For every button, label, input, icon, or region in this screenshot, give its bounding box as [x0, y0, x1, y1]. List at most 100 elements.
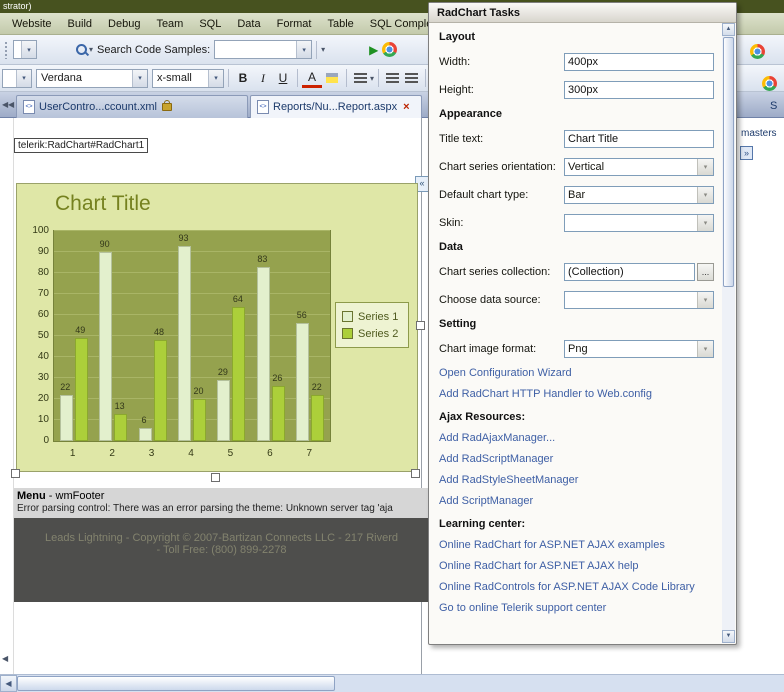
chart-title: Chart Title — [55, 192, 151, 215]
mini-combo[interactable]: ▾ — [13, 40, 37, 59]
toolbar-separator — [297, 69, 298, 87]
scrollbar-thumb[interactable] — [17, 676, 335, 691]
menubar-item[interactable]: Debug — [100, 15, 148, 33]
radchart-control[interactable]: Chart Title Series 1 Series 2 0 10 20 30 40 5… — [16, 183, 418, 472]
menubar-item[interactable]: Build — [60, 15, 100, 33]
resize-handle[interactable] — [416, 321, 425, 330]
link-add-scriptmanager[interactable]: Add ScriptManager — [439, 495, 714, 507]
chevron-down-icon[interactable]: ▾ — [697, 291, 713, 308]
search-samples-combo[interactable]: ▾ — [214, 40, 313, 59]
chevron-down-icon[interactable]: ▾ — [89, 45, 93, 54]
chart-bar-value-label: 48 — [154, 327, 165, 338]
height-input[interactable] — [564, 80, 714, 99]
orientation-select[interactable]: Vertical ▾ — [564, 157, 714, 176]
link-open-configuration-wizard[interactable]: Open Configuration Wizard — [439, 367, 714, 379]
chevron-down-icon[interactable]: ▾ — [697, 214, 713, 231]
orientation-value: Vertical — [568, 160, 605, 173]
tab-usercontrol[interactable]: <> UserContro...ccount.xml — [16, 95, 248, 118]
x-axis-tick-label: 6 — [267, 448, 273, 459]
chart-gridline — [54, 356, 330, 357]
collection-ellipsis-button[interactable]: ... — [697, 262, 714, 281]
chevron-down-icon[interactable]: ▾ — [16, 69, 31, 87]
link-add-http-handler[interactable]: Add RadChart HTTP Handler to Web.config — [439, 388, 714, 400]
menubar-item[interactable]: SQL — [191, 15, 229, 33]
browser-icon[interactable] — [762, 76, 777, 91]
chart-plot — [53, 230, 331, 442]
link-add-radstylesheetmanager[interactable]: Add RadStyleSheetManager — [439, 474, 714, 486]
skin-select[interactable]: ▾ — [564, 213, 714, 232]
toolbar-grip[interactable] — [4, 40, 9, 59]
menubar-item[interactable]: Data — [229, 15, 268, 33]
link-online-examples[interactable]: Online RadChart for ASP.NET AJAX example… — [439, 539, 714, 551]
horizontal-scrollbar[interactable]: ◀ — [0, 674, 784, 692]
menubar-item[interactable]: Format — [269, 15, 320, 33]
y-axis-tick-label: 80 — [37, 267, 49, 278]
bold-button[interactable]: B — [233, 68, 253, 88]
scroll-up-icon[interactable]: ▲ — [722, 23, 735, 36]
browser-icon[interactable] — [750, 44, 765, 59]
chart-bar-value-label: 22 — [311, 381, 322, 392]
chevron-down-icon[interactable]: ▾ — [697, 186, 713, 203]
x-axis-tick-label: 2 — [109, 448, 115, 459]
numbered-list-icon[interactable] — [386, 72, 400, 84]
panel-body: Layout Width: Height: Appearance Title t… — [429, 23, 722, 644]
font-color-button[interactable]: A — [302, 69, 322, 88]
font-size-combo[interactable]: x-small ▾ — [152, 68, 224, 88]
chevron-down-icon[interactable]: ▾ — [370, 74, 374, 83]
menubar-item[interactable]: Team — [148, 15, 191, 33]
underline-button[interactable]: U — [273, 68, 293, 88]
link-add-radajaxmanager[interactable]: Add RadAjaxManager... — [439, 432, 714, 444]
chart-bar — [153, 340, 167, 441]
data-source-select[interactable]: ▾ — [564, 290, 714, 309]
legend-swatch-series1 — [342, 311, 353, 322]
link-add-radscriptmanager[interactable]: Add RadScriptManager — [439, 453, 714, 465]
toolbar-separator — [346, 69, 347, 87]
legend-entry: Series 1 — [342, 311, 402, 323]
resize-handle[interactable] — [211, 473, 220, 482]
image-format-value: Png — [568, 342, 588, 355]
scroll-down-icon[interactable]: ▼ — [722, 630, 735, 643]
expand-chevron-button[interactable]: » — [740, 146, 753, 160]
tab-report-active[interactable]: <> Reports/Nu...Report.aspx × — [250, 95, 422, 118]
link-code-library[interactable]: Online RadControls for ASP.NET AJAX Code… — [439, 581, 714, 593]
style-combo[interactable]: ▾ — [2, 68, 32, 88]
panel-scrollbar[interactable]: ▲ ▼ — [722, 23, 735, 643]
chevron-down-icon[interactable]: ▾ — [21, 41, 36, 58]
control-id-tag[interactable]: telerik:RadChart#RadChart1 — [14, 138, 149, 153]
series-collection-input[interactable] — [564, 262, 695, 281]
image-format-select[interactable]: Png ▾ — [564, 339, 714, 358]
image-format-label: Chart image format: — [439, 342, 537, 355]
link-support-center[interactable]: Go to online Telerik support center — [439, 602, 714, 614]
close-tab-icon[interactable]: × — [403, 101, 409, 113]
browser-icon[interactable] — [382, 42, 398, 57]
chevron-down-icon[interactable]: ▾ — [132, 69, 147, 87]
resize-handle[interactable] — [11, 469, 20, 478]
italic-button[interactable]: I — [253, 68, 273, 88]
font-family-combo[interactable]: Verdana ▾ — [36, 68, 148, 88]
highlight-button[interactable] — [322, 68, 342, 88]
y-axis-tick-label: 20 — [37, 393, 49, 404]
menubar-item[interactable]: Website — [4, 15, 60, 33]
chevron-down-icon[interactable]: ▾ — [321, 45, 325, 54]
chevron-down-icon[interactable]: ▾ — [697, 340, 713, 357]
title-text-input[interactable] — [564, 129, 714, 148]
chevron-down-icon[interactable]: ▾ — [697, 158, 713, 175]
link-online-help[interactable]: Online RadChart for ASP.NET AJAX help — [439, 560, 714, 572]
width-input[interactable] — [564, 52, 714, 71]
search-icon[interactable] — [75, 43, 89, 57]
nav-left-icon[interactable]: ◀ — [2, 654, 8, 663]
menubar-item[interactable]: Table — [319, 15, 361, 33]
tab-scroll-left-icon[interactable]: ◀ — [8, 100, 14, 109]
chart-type-select[interactable]: Bar ▾ — [564, 185, 714, 204]
chart-bar — [178, 245, 191, 441]
chevron-down-icon[interactable]: ▾ — [296, 41, 312, 58]
chart-bar — [193, 399, 206, 441]
scrollbar-thumb[interactable] — [723, 37, 734, 287]
start-debug-icon[interactable]: ▶ — [369, 43, 378, 57]
scroll-left-icon[interactable]: ◀ — [0, 675, 17, 692]
resize-handle[interactable] — [411, 469, 420, 478]
bullet-list-icon[interactable] — [405, 72, 419, 84]
align-icon[interactable] — [354, 72, 367, 84]
chevron-down-icon[interactable]: ▾ — [208, 69, 223, 87]
chart-bar-value-label: 6 — [141, 415, 147, 426]
